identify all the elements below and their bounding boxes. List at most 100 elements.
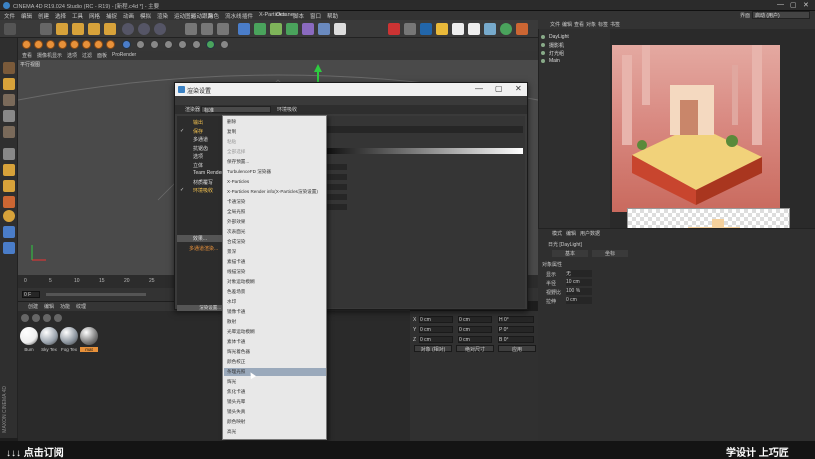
multipass-button[interactable]: 多通道渲染...	[177, 245, 223, 253]
setting-checkbox[interactable]: ✓	[180, 128, 184, 134]
octane-icon[interactable]	[500, 23, 512, 35]
minimize-button[interactable]: —	[777, 1, 784, 8]
effects-menu-item[interactable]: 合成渲染	[227, 239, 245, 245]
renderer-select[interactable]: 标准	[201, 106, 271, 114]
coord-size-field[interactable]: 0 cm	[458, 316, 492, 323]
mat-tool-2-icon[interactable]	[32, 314, 40, 322]
layout-select[interactable]: 启动 (用户)	[752, 11, 810, 19]
setting-item[interactable]: 抗锯齿	[193, 145, 208, 152]
xp-system-icon[interactable]	[404, 23, 416, 35]
viewport-menu-5[interactable]: 面板	[97, 52, 107, 59]
menu-0[interactable]: 文件	[4, 12, 15, 20]
setting-item[interactable]: 材质覆写	[193, 179, 213, 186]
viewport-menu-6[interactable]: ProRender	[112, 52, 136, 58]
effects-menu-item[interactable]: 删除	[227, 119, 236, 125]
transform-icon[interactable]	[104, 23, 116, 35]
object-item[interactable]: DayLight	[549, 34, 569, 40]
effects-menu-item[interactable]: 素描卡通	[227, 259, 245, 265]
value-field-5[interactable]	[327, 204, 347, 210]
xp-emitter-icon[interactable]	[388, 23, 400, 35]
effects-menu-item[interactable]: 对象运动模糊	[227, 279, 255, 285]
attr-menu-1[interactable]: 编辑	[566, 230, 576, 237]
current-frame-field[interactable]: 0 F	[22, 291, 40, 298]
effects-menu-item[interactable]: 条理光照	[227, 369, 245, 375]
value-field-1[interactable]	[327, 164, 347, 170]
effects-menu-item[interactable]: 镜像卡通	[227, 309, 245, 315]
menu-13[interactable]: 流水线	[225, 12, 242, 20]
tool-magnet-icon[interactable]	[3, 164, 15, 176]
effects-menu-item[interactable]: X-Particles Render info(X-Particles渲染设置)	[227, 189, 318, 195]
setting-item[interactable]: 多通道	[193, 136, 208, 143]
camera-icon[interactable]	[318, 23, 330, 35]
gradient-field[interactable]	[327, 148, 523, 154]
mode-object-icon[interactable]	[58, 40, 67, 49]
select-arrow-icon[interactable]	[40, 23, 52, 35]
material-menu-0[interactable]: 创建	[28, 303, 38, 310]
rotate-icon[interactable]	[88, 23, 100, 35]
tool-polygon-icon[interactable]	[3, 94, 15, 106]
attr-menu-2[interactable]: 用户数据	[580, 230, 600, 237]
attr-tab-0[interactable]: 基本	[552, 250, 588, 257]
effects-menu-item[interactable]: 素体卡通	[227, 339, 245, 345]
tool-cube-icon[interactable]	[3, 62, 15, 74]
xp-modifier-icon[interactable]	[420, 23, 432, 35]
effects-menu-item[interactable]: TurbulenceFD 渲染器	[227, 169, 271, 175]
brush-icon[interactable]	[192, 40, 201, 49]
material-ball[interactable]	[20, 327, 38, 345]
setting-item[interactable]: 立体	[193, 162, 203, 169]
scene-icon[interactable]	[302, 23, 314, 35]
lock-icon[interactable]	[178, 40, 187, 49]
cube-icon[interactable]	[238, 23, 250, 35]
object-menu-1[interactable]: 编辑	[562, 21, 572, 28]
close-button[interactable]: ✕	[803, 1, 809, 9]
attr-row-value[interactable]: 0 cm	[566, 297, 592, 304]
menu-19[interactable]: 帮助	[327, 12, 338, 20]
menu-5[interactable]: 网格	[89, 12, 100, 20]
menu-18[interactable]: 窗口	[310, 12, 321, 20]
menu-2[interactable]: 创建	[38, 12, 49, 20]
tool-grid-icon[interactable]	[3, 78, 15, 90]
array-icon[interactable]	[270, 23, 282, 35]
effects-menu-item[interactable]: 卡通渲染	[227, 199, 245, 205]
object-menu-2[interactable]: 查看	[574, 21, 584, 28]
xp-sun-icon[interactable]	[436, 23, 448, 35]
solo-icon[interactable]	[164, 40, 173, 49]
effects-menu-item[interactable]: 色差场景	[227, 289, 245, 295]
value-field-4[interactable]	[327, 194, 347, 200]
attr-row-value[interactable]: 10 cm	[566, 279, 592, 286]
viewport-menu-1[interactable]: 摄像机	[37, 52, 52, 59]
effects-menu-item[interactable]: 次表面光	[227, 229, 245, 235]
menu-8[interactable]: 模拟	[140, 12, 151, 20]
snap-icon[interactable]	[122, 40, 131, 49]
setting-item[interactable]: 输出	[193, 119, 203, 126]
material-ball[interactable]	[80, 327, 98, 345]
coord-button-0[interactable]: 对象 (相对)	[414, 345, 452, 353]
coord-position-field[interactable]: 0 cm	[419, 336, 453, 343]
attr-row-value[interactable]: 无	[566, 270, 592, 277]
effects-menu-item[interactable]: 高光	[227, 429, 236, 435]
dialog-minimize-button[interactable]: —	[475, 84, 483, 93]
render-settings-icon[interactable]	[217, 23, 229, 35]
object-item[interactable]: 灯光组	[549, 50, 564, 57]
octane-live-icon[interactable]	[516, 23, 528, 35]
effects-menu-item[interactable]: 外部效果	[227, 219, 245, 225]
mode-edge-icon[interactable]	[34, 40, 43, 49]
effect-button[interactable]: 效果...	[177, 235, 223, 242]
setting-item[interactable]: 选项	[193, 153, 203, 160]
maximize-button[interactable]: ▢	[790, 1, 797, 9]
undo-icon[interactable]	[4, 23, 16, 35]
viewport-menu-0[interactable]: 查看	[22, 52, 32, 59]
setting-item[interactable]: Team Render	[193, 170, 223, 176]
nurbs-icon[interactable]	[254, 23, 266, 35]
effects-menu-item[interactable]: 散射	[227, 319, 236, 325]
effects-menu-item[interactable]: 全局光照	[227, 209, 245, 215]
coord-size-field[interactable]: 0 cm	[458, 326, 492, 333]
mat-tool-4-icon[interactable]	[54, 314, 62, 322]
grid-icon[interactable]	[136, 40, 145, 49]
mode-anim-icon[interactable]	[106, 40, 115, 49]
menu-1[interactable]: 编辑	[21, 12, 32, 20]
mode-model-icon[interactable]	[94, 40, 103, 49]
attr-row-value[interactable]: 100 %	[566, 288, 592, 295]
material-ball[interactable]	[40, 327, 58, 345]
object-item[interactable]: Main	[549, 58, 560, 64]
